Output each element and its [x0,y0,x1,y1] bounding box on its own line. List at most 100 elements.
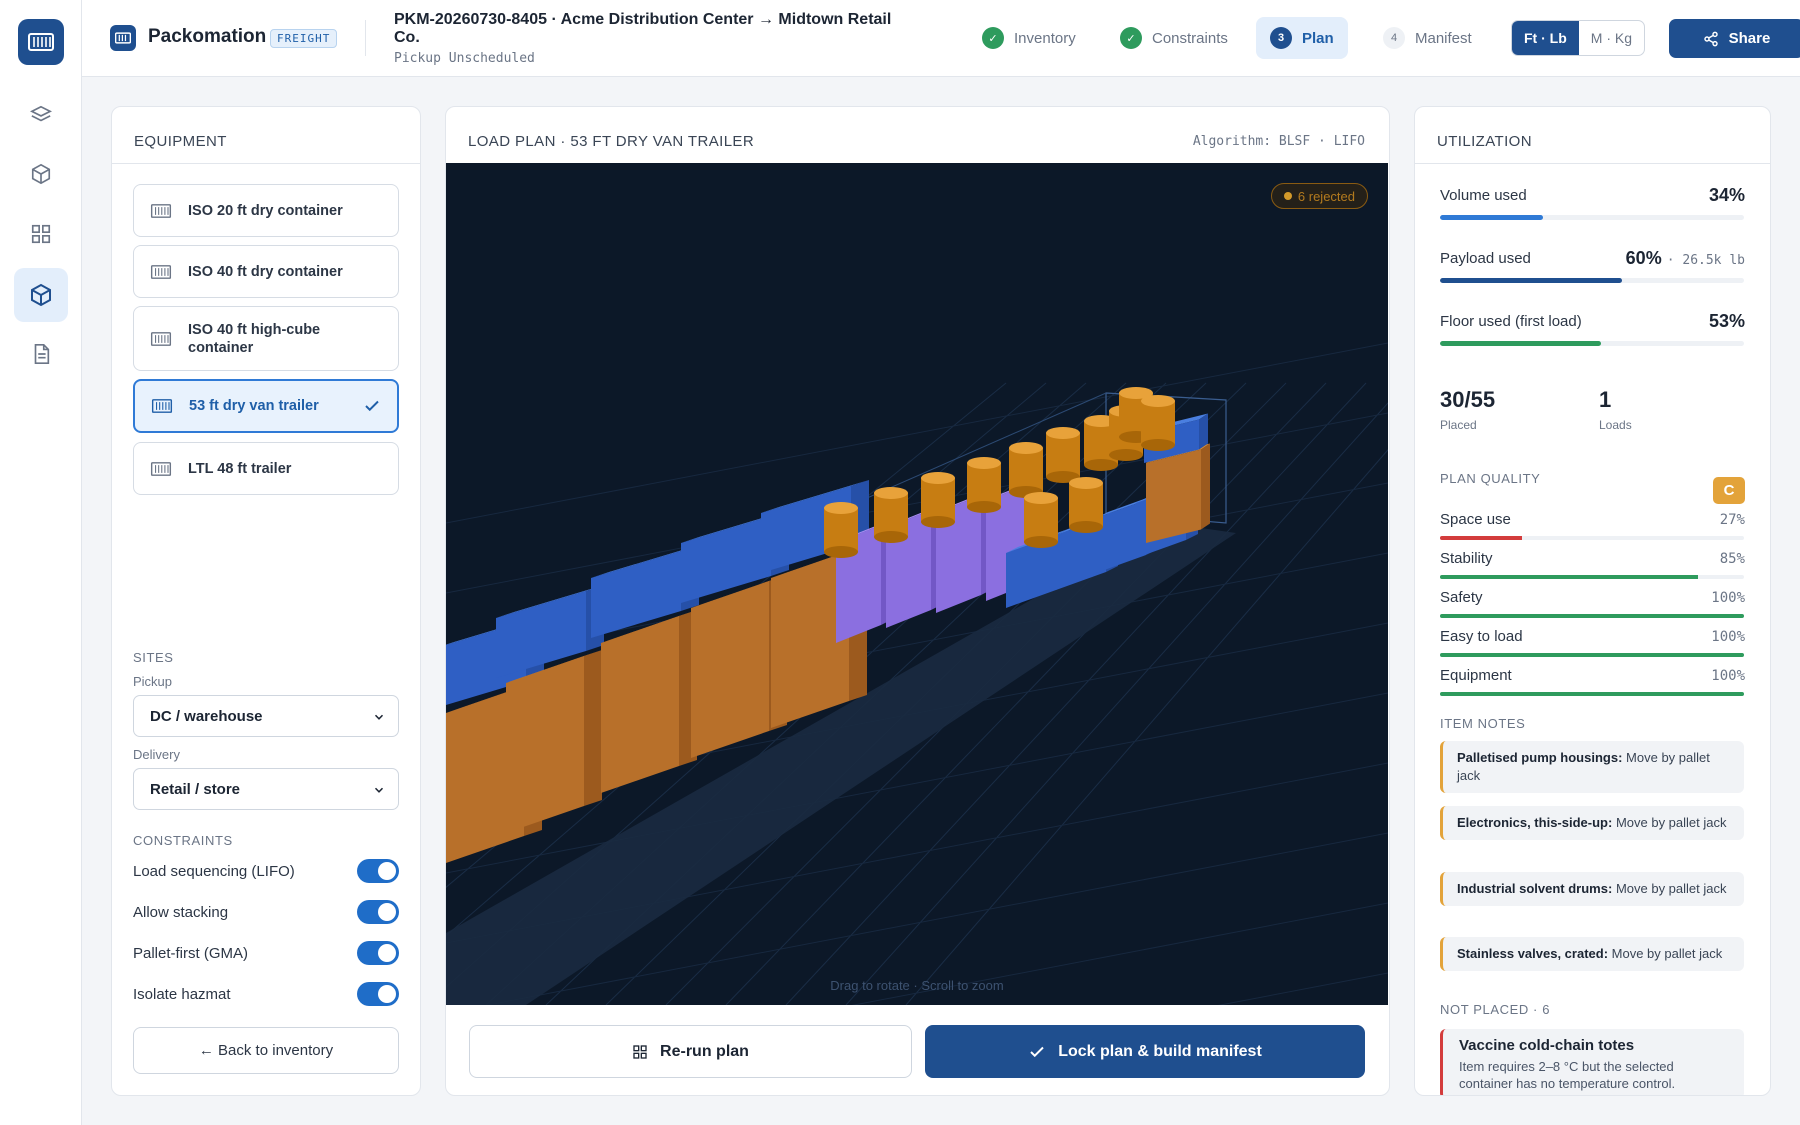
viewport-hint: Drag to rotate · Scroll to zoom [830,978,1004,993]
box-side [1199,413,1208,450]
drum-top [824,502,858,514]
algorithm-label: Algorithm: BLSF · LIFO [1192,134,1365,149]
drum-base [1141,439,1175,451]
payload-bar [1440,278,1744,283]
quality-value: 27% [1719,512,1745,528]
header-divider [365,20,366,56]
delivery-value: Retail / store [150,780,241,798]
constraint-pallet-first: Pallet-first (GMA) [133,939,399,967]
item-note: Industrial solvent drums: Move by pallet… [1440,872,1744,906]
toggle-switch[interactable] [357,859,399,883]
note-text: Move by pallet jack [1611,946,1723,961]
unit-metric[interactable]: M · Kg [1579,21,1644,55]
drum-body [967,463,1001,507]
constraint-stacking: Allow stacking [133,898,399,926]
step-constraints[interactable]: ✓ Constraints [1106,17,1242,59]
quality-grade-badge: C [1713,477,1745,504]
rail-grid-button[interactable] [14,207,68,261]
checkmark-icon [365,400,379,412]
drum-body [1069,483,1103,527]
quality-value: 85% [1719,551,1745,567]
back-to-inventory-button[interactable]: ← Back to inventory [133,1027,399,1074]
step-manifest[interactable]: 4 Manifest [1369,17,1486,59]
drum [921,472,955,528]
share-button[interactable]: Share [1669,19,1800,58]
drum-base [1109,449,1143,461]
equipment-label: ISO 40 ft dry container [188,263,343,280]
delivery-select[interactable]: Retail / store [133,768,399,810]
equipment-label: 53 ft dry van trailer [189,398,319,414]
step-label: Inventory [1014,29,1076,47]
container-icon [150,331,172,346]
unit-imperial[interactable]: Ft · Lb [1512,21,1579,55]
container-icon [150,264,172,279]
cargo-box [601,610,697,793]
box-front [691,581,769,758]
note-item: Industrial solvent drums: [1457,881,1613,896]
rail-layers-button[interactable] [14,88,68,142]
drum-body [921,478,955,522]
grid-line [446,342,1388,524]
step-label: Plan [1302,29,1334,47]
top-header: Packomation FREIGHT PKM-20260730-8405 · … [82,0,1800,77]
nav-rail [0,0,82,1125]
equipment-option[interactable]: ISO 20 ft dry container [133,184,399,237]
load-scene[interactable] [446,163,1388,1005]
lock-plan-button[interactable]: Lock plan & build manifest [925,1025,1365,1078]
panel-title: UTILIZATION [1437,133,1532,150]
step-number: 4 [1383,27,1405,49]
toggle-switch[interactable] [357,941,399,965]
rail-plan-button[interactable] [14,268,68,322]
not-placed-item[interactable]: Vaccine cold-chain totes Item requires 2… [1440,1029,1744,1095]
drum-top [874,487,908,499]
drum [1046,427,1080,483]
step-plan[interactable]: 3 Plan [1256,17,1348,59]
equipment-option-selected[interactable]: 53 ft dry van trailer [133,379,399,433]
box-front [506,656,584,833]
panel-title: LOAD PLAN · 53 FT DRY VAN TRAILER [468,133,755,150]
equipment-option[interactable]: ISO 40 ft dry container [133,245,399,298]
document-icon [34,344,50,364]
item-note: Electronics, this-side-up: Move by palle… [1440,806,1744,840]
pickup-select[interactable]: DC / warehouse [133,695,399,737]
lock-label: Lock plan & build manifest [1058,1042,1262,1060]
quality-bar [1440,653,1744,657]
payload-weight: · 26.5k lb [1666,253,1745,268]
volume-value: 34% [1708,185,1745,205]
quality-label: Stability [1440,550,1493,567]
quality-label: Space use [1440,511,1511,528]
panel-title: EQUIPMENT [134,133,227,150]
drum-body [824,508,858,552]
drum [1024,492,1058,548]
container-icon [150,461,172,476]
box-side [1201,443,1210,530]
step-inventory[interactable]: ✓ Inventory [968,17,1090,59]
loads-count: 1 [1599,387,1612,412]
note-item: Palletised pump housings: [1457,750,1623,765]
app-logo[interactable] [18,19,64,65]
check-icon: ✓ [1120,27,1142,49]
drum [824,502,858,558]
not-placed-title: Vaccine cold-chain totes [1459,1037,1635,1054]
equipment-label: ISO 20 ft dry container [188,202,343,219]
toggle-switch[interactable] [357,900,399,924]
rejected-badge[interactable]: 6 rejected [1270,183,1368,209]
note-item: Stainless valves, crated: [1457,946,1609,961]
load-plan-panel: LOAD PLAN · 53 FT DRY VAN TRAILER Algori… [445,106,1390,1096]
3d-viewport[interactable]: 6 rejected Drag to rotate · Scroll to zo… [446,163,1388,1005]
divider [1415,163,1770,164]
constraint-hazmat: Isolate hazmat [133,980,399,1008]
rail-document-button[interactable] [14,327,68,381]
drum-base [874,531,908,543]
pickup-value: DC / warehouse [150,707,263,725]
brand-badge: FREIGHT [270,29,338,48]
quality-label: Equipment [1440,667,1512,684]
equipment-option[interactable]: ISO 40 ft high-cube container [133,306,399,371]
share-label: Share [1728,30,1771,47]
rerun-plan-button[interactable]: Re-run plan [469,1025,912,1078]
toggle-switch[interactable] [357,982,399,1006]
drum-base [824,546,858,558]
job-title: PKM-20260730-8405 · Acme Distribution Ce… [394,11,892,46]
equipment-option[interactable]: LTL 48 ft trailer [133,442,399,495]
rail-box-button[interactable] [14,147,68,201]
